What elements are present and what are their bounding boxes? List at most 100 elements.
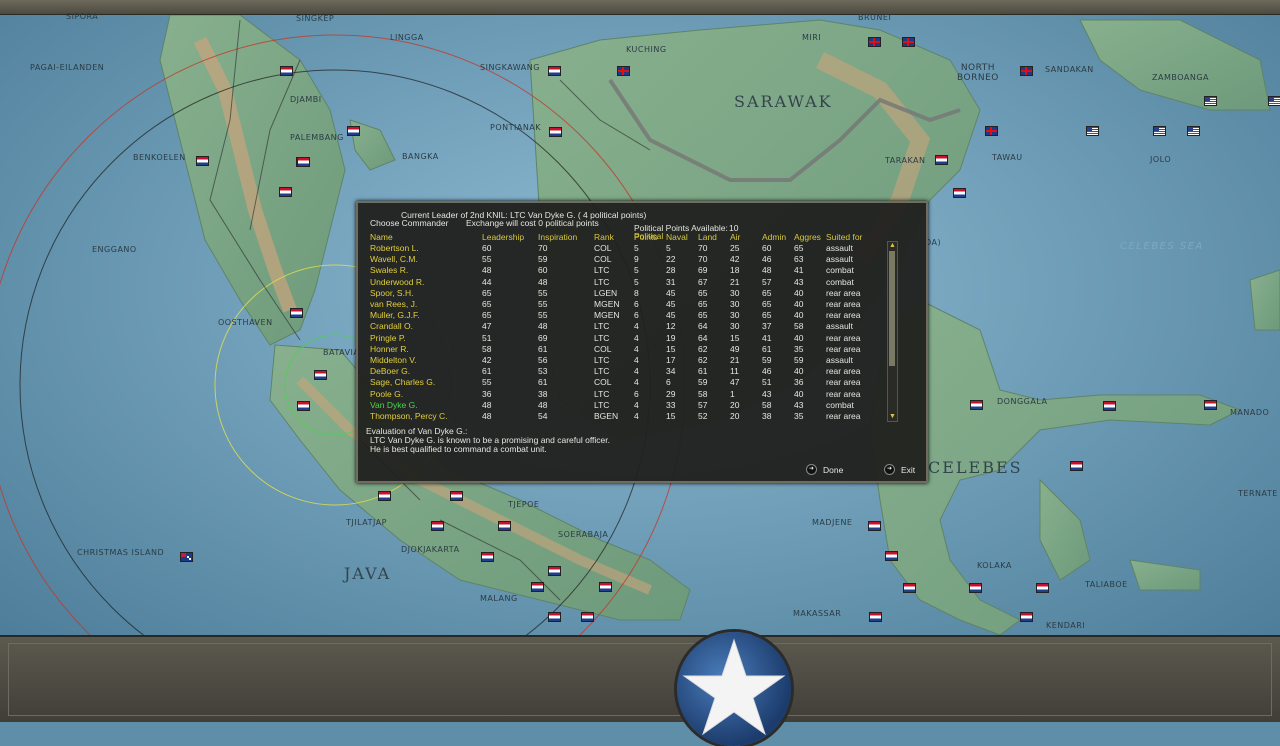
dutch-flag-icon[interactable] <box>599 582 612 592</box>
map-label: ENGGANO <box>92 245 137 254</box>
scrollbar-thumb[interactable] <box>889 251 895 366</box>
map-label: MADJENE <box>812 518 853 527</box>
dutch-flag-icon[interactable] <box>903 583 916 593</box>
dutch-flag-icon[interactable] <box>1070 461 1083 471</box>
commander-admin: 65 <box>762 287 772 298</box>
dutch-flag-icon[interactable] <box>481 552 494 562</box>
dutch-flag-icon[interactable] <box>548 566 561 576</box>
uk-flag-icon[interactable] <box>1020 66 1033 76</box>
dutch-flag-icon[interactable] <box>548 612 561 622</box>
dutch-flag-icon[interactable] <box>548 66 561 76</box>
dutch-flag-icon[interactable] <box>378 491 391 501</box>
dutch-flag-icon[interactable] <box>280 66 293 76</box>
dutch-flag-icon[interactable] <box>1036 583 1049 593</box>
column-header[interactable]: Name <box>370 232 393 242</box>
commander-land: 67 <box>698 276 708 287</box>
uk-flag-icon[interactable] <box>868 37 881 47</box>
dutch-flag-icon[interactable] <box>1020 612 1033 622</box>
uk-flag-icon[interactable] <box>617 66 630 76</box>
commander-row[interactable]: Spoor, S.H. 65 55 LGEN 8 45 65 30 65 40 rear area <box>358 288 888 299</box>
australian-flag-icon[interactable] <box>180 552 193 562</box>
commander-air: 30 <box>730 321 740 332</box>
us-flag-icon[interactable] <box>1086 126 1099 136</box>
commander-row[interactable]: van Rees, J. 65 55 MGEN 6 45 65 30 65 40 rear area <box>358 299 888 310</box>
commander-insp: 61 <box>538 343 548 354</box>
commander-air: 49 <box>730 343 740 354</box>
commander-admin: 51 <box>762 377 772 388</box>
commander-row[interactable]: Underwood R. 44 48 LTC 5 31 67 21 57 43 combat <box>358 277 888 288</box>
commander-suit: assault <box>826 254 853 265</box>
dutch-flag-icon[interactable] <box>297 157 310 167</box>
dutch-flag-icon[interactable] <box>969 583 982 593</box>
us-flag-icon[interactable] <box>1153 126 1166 136</box>
commander-rank: COL <box>594 343 612 354</box>
us-flag-icon[interactable] <box>1268 96 1280 106</box>
dutch-flag-icon[interactable] <box>549 127 562 137</box>
dutch-flag-icon[interactable] <box>885 551 898 561</box>
dutch-flag-icon[interactable] <box>290 308 303 318</box>
dutch-flag-icon[interactable] <box>196 156 209 166</box>
commander-row[interactable]: Robertson L. 60 70 COL 5 5 70 25 60 65 assault <box>358 243 888 254</box>
us-flag-icon[interactable] <box>1204 96 1217 106</box>
column-header[interactable]: Land <box>698 232 717 242</box>
commander-pts: 8 <box>634 287 639 298</box>
dutch-flag-icon[interactable] <box>953 188 966 198</box>
usaaf-star-emblem-icon[interactable] <box>677 632 791 746</box>
commander-row[interactable]: Pringle P. 51 69 LTC 4 19 64 15 41 40 rear area <box>358 333 888 344</box>
dutch-flag-icon[interactable] <box>581 612 594 622</box>
dutch-flag-icon[interactable] <box>347 126 360 136</box>
commander-row[interactable]: Sage, Charles G. 55 61 COL 4 6 59 47 51 36 rear ar… <box>358 377 888 388</box>
commander-row[interactable]: Wavell, C.M. 55 59 COL 9 22 70 42 46 63 assault <box>358 254 888 265</box>
column-header[interactable]: Inspiration <box>538 232 577 242</box>
column-header[interactable]: Points <box>634 232 658 242</box>
commander-insp: 60 <box>538 265 548 276</box>
done-button[interactable]: ➜ Done <box>806 464 843 475</box>
dutch-flag-icon[interactable] <box>314 370 327 380</box>
dutch-flag-icon[interactable] <box>970 400 983 410</box>
column-header[interactable]: Admin <box>762 232 786 242</box>
dutch-flag-icon[interactable] <box>450 491 463 501</box>
done-icon: ➜ <box>806 464 817 475</box>
commander-insp: 53 <box>538 366 548 377</box>
uk-flag-icon[interactable] <box>985 126 998 136</box>
us-flag-icon[interactable] <box>1187 126 1200 136</box>
commander-aggr: 41 <box>794 265 804 276</box>
scroll-up-icon[interactable]: ▲ <box>888 242 897 250</box>
commander-list-scrollbar[interactable]: ▲ ▼ <box>887 241 898 422</box>
commander-row[interactable]: DeBoer G. 61 53 LTC 4 34 61 11 46 40 rear area <box>358 366 888 377</box>
commander-air: 21 <box>730 276 740 287</box>
exit-button[interactable]: ➜ Exit <box>884 464 915 475</box>
dutch-flag-icon[interactable] <box>531 582 544 592</box>
dutch-flag-icon[interactable] <box>297 401 310 411</box>
commander-row[interactable]: Muller, G.J.F. 65 55 MGEN 6 45 65 30 65 40 rear ar… <box>358 310 888 321</box>
commander-naval: 19 <box>666 332 676 343</box>
dutch-flag-icon[interactable] <box>498 521 511 531</box>
dutch-flag-icon[interactable] <box>1103 401 1116 411</box>
commander-admin: 57 <box>762 276 772 287</box>
commander-row[interactable]: Honner R. 58 61 COL 4 15 62 49 61 35 rear area <box>358 344 888 355</box>
dutch-flag-icon[interactable] <box>1204 400 1217 410</box>
dutch-flag-icon[interactable] <box>935 155 948 165</box>
column-header[interactable]: Rank <box>594 232 614 242</box>
commander-admin: 46 <box>762 366 772 377</box>
column-header[interactable]: Air <box>730 232 740 242</box>
commander-naval: 45 <box>666 299 676 309</box>
column-header[interactable]: Aggres <box>794 232 821 242</box>
column-header[interactable]: Naval <box>666 232 688 242</box>
commander-row[interactable]: Middelton V. 42 56 LTC 4 17 62 21 59 59 assault <box>358 355 888 366</box>
commander-row[interactable]: Crandall O. 47 48 LTC 4 12 64 30 37 58 assault <box>358 321 888 332</box>
scroll-down-icon[interactable]: ▼ <box>888 413 897 421</box>
uk-flag-icon[interactable] <box>902 37 915 47</box>
commander-row[interactable]: Poole G. 36 38 LTC 6 29 58 1 43 40 rear area <box>358 389 888 400</box>
commander-row[interactable]: Van Dyke G. 48 48 LTC 4 33 57 20 58 43 combat <box>358 400 888 411</box>
dutch-flag-icon[interactable] <box>279 187 292 197</box>
commander-land: 65 <box>698 299 708 309</box>
dutch-flag-icon[interactable] <box>869 612 882 622</box>
column-header[interactable]: Suited for <box>826 232 862 242</box>
dutch-flag-icon[interactable] <box>431 521 444 531</box>
commander-row[interactable]: Thompson, Percy C. 48 54 BGEN 4 15 52 20 38 35 rea… <box>358 411 888 422</box>
commander-row[interactable]: Swales R. 48 60 LTC 5 28 69 18 48 41 combat <box>358 265 888 276</box>
column-header[interactable]: Leadership <box>482 232 524 242</box>
dutch-flag-icon[interactable] <box>868 521 881 531</box>
commander-land: 59 <box>698 377 708 388</box>
